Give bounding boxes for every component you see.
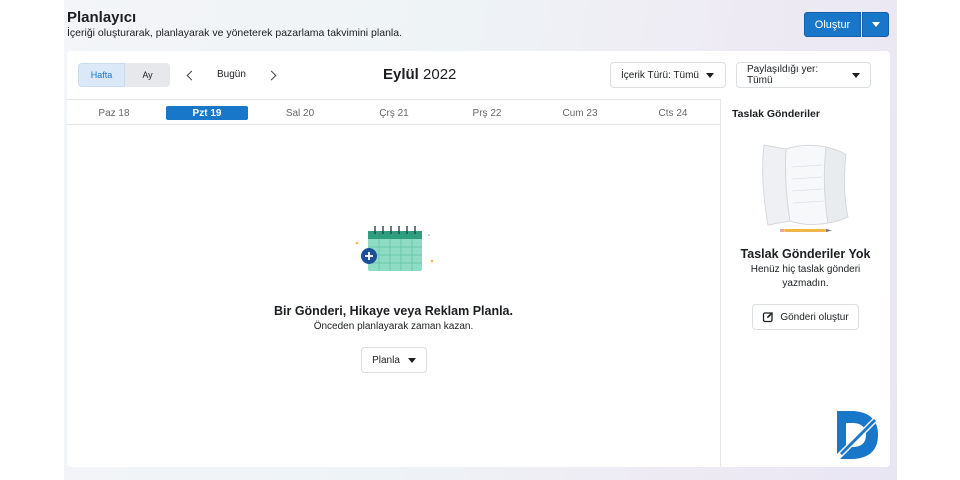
today-button[interactable]: Bugün	[217, 69, 246, 80]
day-tue[interactable]: Sal 20	[259, 106, 341, 120]
plan-button-label: Planla	[372, 354, 400, 366]
next-week-button[interactable]	[266, 67, 279, 83]
chevron-right-icon	[266, 70, 277, 80]
previous-week-button[interactable]	[184, 67, 197, 83]
edit-icon	[763, 312, 774, 323]
view-week-option[interactable]: Hafta	[78, 63, 125, 87]
create-post-button[interactable]: Gönderi oluştur	[752, 304, 859, 330]
empty-drafts-illustration	[762, 144, 849, 232]
create-post-button-label: Gönderi oluştur	[780, 311, 849, 323]
current-month: Eylül 2022	[383, 66, 456, 83]
calendar-plus-icon	[355, 226, 434, 271]
chevron-left-icon	[186, 70, 197, 80]
panel-divider	[720, 99, 721, 467]
day-fri[interactable]: Cum 23	[539, 106, 621, 120]
drafts-empty-title: Taslak Gönderiler Yok	[740, 247, 871, 261]
page-subtitle: İçeriği oluşturarak, planlayarak ve yöne…	[67, 27, 402, 39]
caret-down-icon	[706, 72, 714, 78]
day-mon-selected[interactable]: Pzt 19	[166, 106, 248, 120]
month-name: Eylül	[383, 66, 419, 83]
drafts-empty-subtitle: Henüz hiç taslak gönderi yazmadın.	[750, 264, 861, 289]
day-sat[interactable]: Cts 24	[632, 106, 714, 120]
month-year: 2022	[423, 66, 457, 83]
page-title: Planlayıcı	[67, 9, 137, 26]
drafts-title: Taslak Gönderiler	[732, 108, 820, 120]
view-month-option[interactable]: Ay	[125, 63, 170, 87]
caret-down-icon	[407, 357, 416, 363]
week-day-header: Paz 18 Pzt 19 Sal 20 Çrş 21 Prş 22 Cum 2…	[67, 99, 720, 125]
caret-down-icon	[852, 72, 860, 78]
day-thu[interactable]: Prş 22	[446, 106, 528, 120]
content-type-filter[interactable]: İçerik Türü: Tümü	[610, 62, 726, 88]
shared-on-filter-label: Paylaşıldığı yer: Tümü	[747, 64, 819, 86]
create-dropdown-button[interactable]	[862, 12, 889, 37]
create-button[interactable]: Oluştur	[804, 12, 861, 37]
content-type-filter-label: İçerik Türü: Tümü	[621, 69, 699, 81]
view-toggle: Hafta Ay	[78, 63, 170, 87]
brand-logo-icon	[834, 411, 882, 461]
planner-app: Planlayıcı İçeriği oluşturarak, planlaya…	[64, 0, 897, 480]
empty-state-subtitle: Önceden planlayarak zaman kazan.	[313, 321, 474, 332]
day-sun[interactable]: Paz 18	[73, 106, 155, 120]
calendar-panel: Hafta Ay Bugün Eylül 2022 İçerik Türü: T…	[67, 51, 890, 467]
shared-on-filter[interactable]: Paylaşıldığı yer: Tümü	[736, 62, 871, 88]
day-wed[interactable]: Çrş 21	[353, 106, 435, 120]
plan-button[interactable]: Planla	[361, 347, 427, 373]
empty-state-title: Bir Gönderi, Hikaye veya Reklam Planla.	[273, 304, 513, 318]
caret-down-icon	[871, 22, 880, 27]
